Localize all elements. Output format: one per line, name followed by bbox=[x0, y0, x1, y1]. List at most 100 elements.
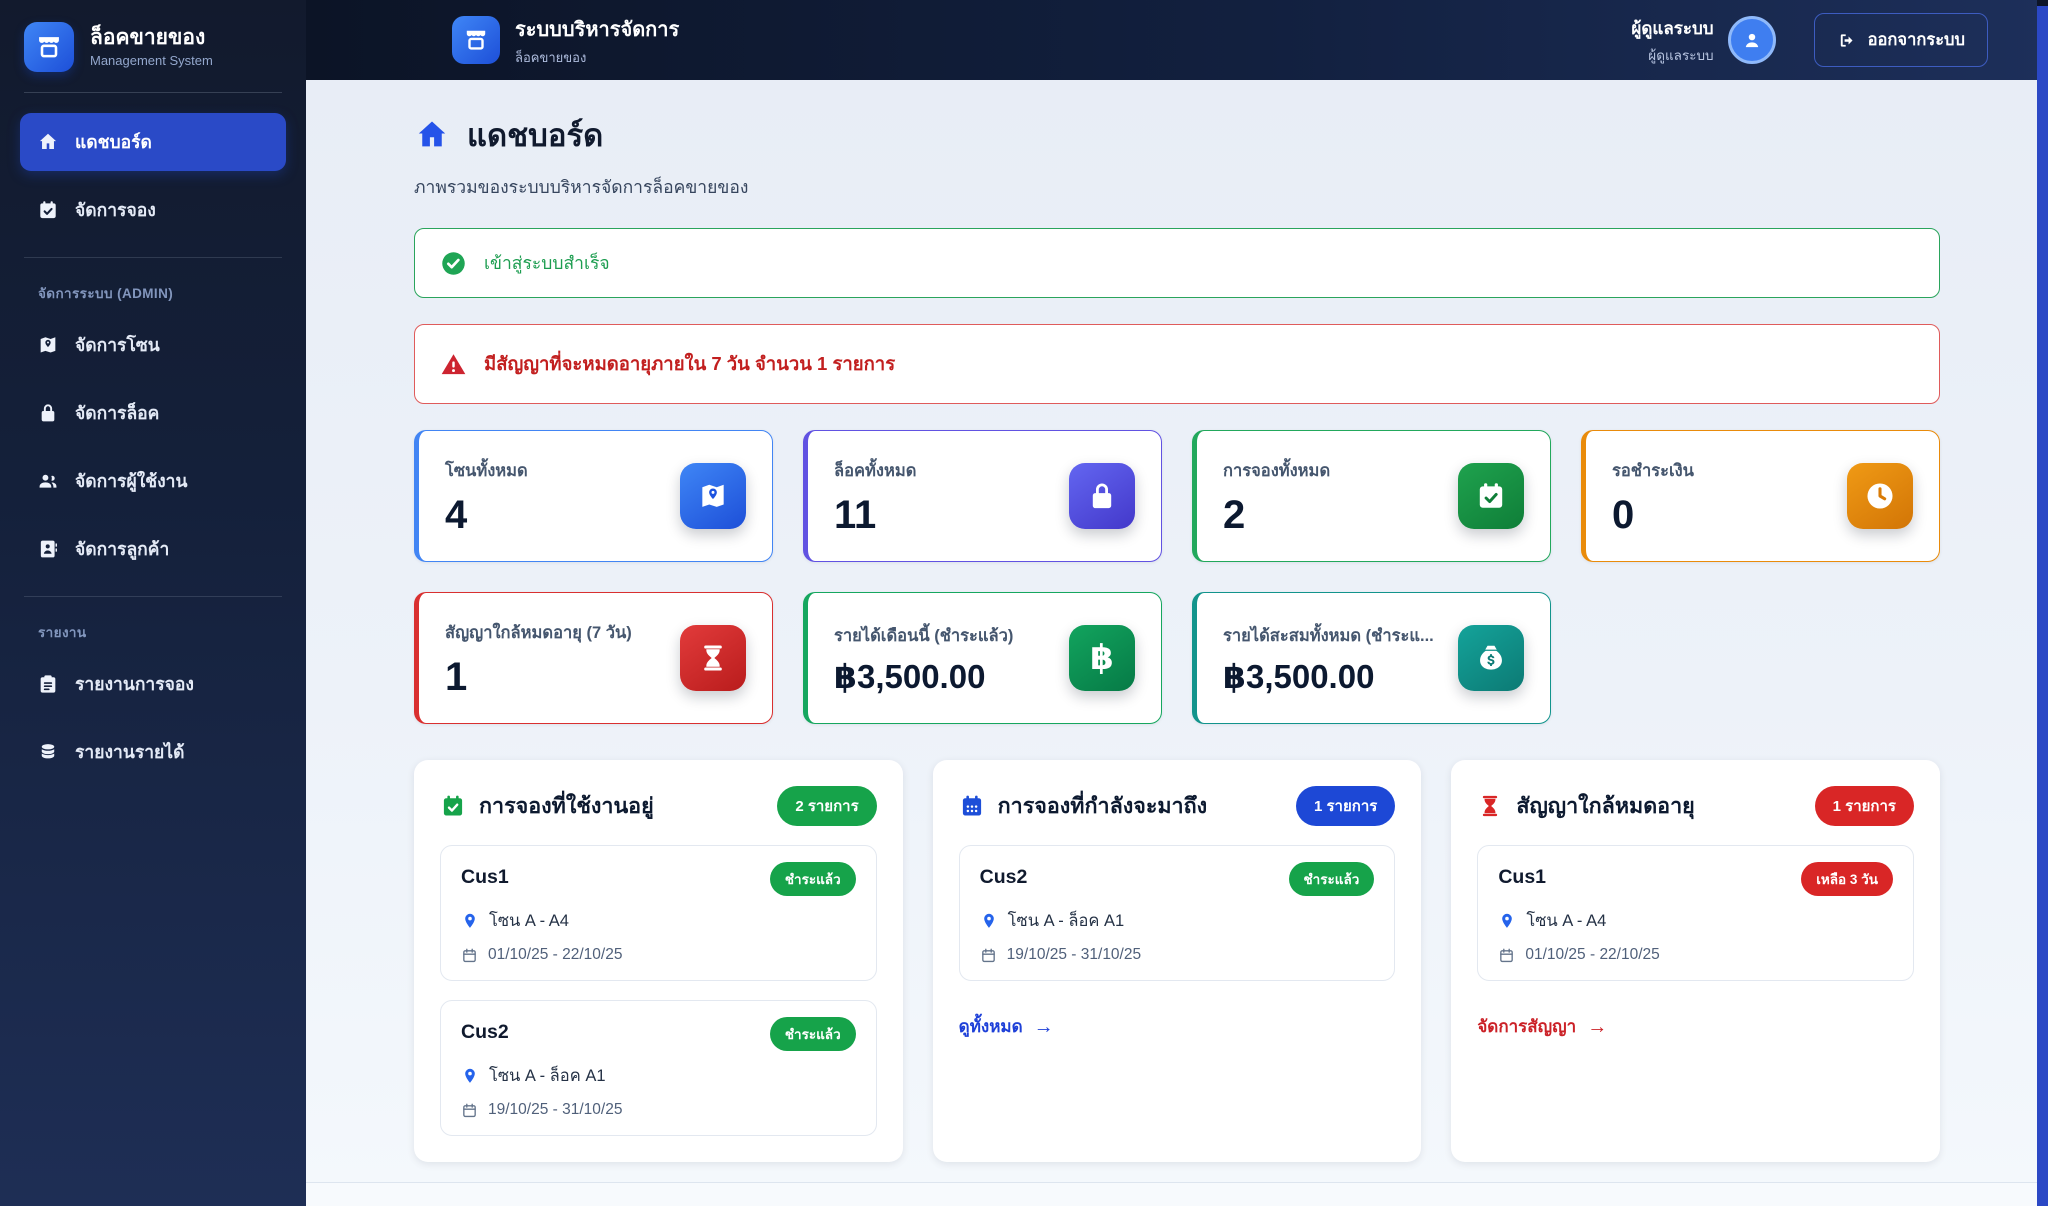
map-pin-icon bbox=[1498, 912, 1516, 930]
manage-contracts-link[interactable]: จัดการสัญญา → bbox=[1477, 1013, 1607, 1040]
sidebar-item-bookings[interactable]: จัดการจอง bbox=[20, 181, 286, 239]
arrow-right-icon: → bbox=[1587, 1015, 1608, 1038]
paid-badge: ชำระแล้ว bbox=[769, 1017, 856, 1051]
panels-row: การจองที่ใช้งานอยู่ 2 รายการ Cus1 ชำระแล… bbox=[414, 760, 1940, 1162]
stat-value: 2 bbox=[1223, 492, 1246, 537]
clock-icon bbox=[1847, 463, 1913, 529]
baht-icon: ฿ bbox=[1069, 625, 1135, 691]
stat-card-total-revenue: รายได้สะสมทั้งหมด (ชำระแ... ฿3,500.00 bbox=[1192, 592, 1551, 724]
paid-badge: ชำระแล้ว bbox=[1288, 862, 1375, 896]
sidebar-nav: แดชบอร์ด จัดการจอง จัดการระบบ (ADMIN) จั… bbox=[0, 93, 306, 781]
calendar-icon bbox=[461, 947, 478, 964]
stat-label: ล็อคทั้งหมด bbox=[834, 461, 917, 480]
sidebar-divider bbox=[24, 257, 282, 262]
header-subtitle: ล็อคขายของ bbox=[515, 49, 587, 65]
map-pin-icon bbox=[461, 912, 479, 930]
stat-card-bookings: การจองทั้งหมด 2 bbox=[1192, 430, 1551, 562]
booking-dates: 01/10/25 - 22/10/25 bbox=[1525, 946, 1660, 963]
sidebar-item-label: จัดการผู้ใช้งาน bbox=[75, 471, 188, 491]
sidebar-item-users[interactable]: จัดการผู้ใช้งาน bbox=[20, 452, 286, 510]
panel-title: สัญญาใกล้หมดอายุ bbox=[1516, 794, 1695, 818]
logout-label: ออกจากระบบ bbox=[1867, 31, 1965, 49]
sidebar-item-booking-report[interactable]: รายงานการจอง bbox=[20, 655, 286, 713]
sidebar-section-reports: รายงาน bbox=[38, 625, 87, 640]
logout-icon bbox=[1837, 31, 1856, 50]
sidebar-item-label: จัดการจอง bbox=[75, 200, 156, 220]
view-all-link[interactable]: ดูทั้งหมด → bbox=[959, 1013, 1054, 1040]
lock-icon bbox=[1069, 463, 1135, 529]
app-logo: ล็อคขายของ Management System bbox=[0, 0, 306, 92]
map-icon bbox=[37, 334, 59, 356]
calendar-days-icon bbox=[959, 793, 985, 819]
stat-card-expiring-contracts: สัญญาใกล้หมดอายุ (7 วัน) 1 bbox=[414, 592, 773, 724]
calendar-icon bbox=[980, 947, 997, 964]
logout-button[interactable]: ออกจากระบบ bbox=[1813, 13, 1988, 67]
arrow-right-icon: → bbox=[1033, 1015, 1054, 1038]
stat-value: ฿3,500.00 bbox=[834, 658, 986, 695]
sidebar-section-admin: จัดการระบบ (ADMIN) bbox=[38, 286, 174, 301]
customer-name: Cus1 bbox=[1498, 866, 1547, 888]
success-alert-text: เข้าสู่ระบบสำเร็จ bbox=[484, 253, 610, 273]
stat-label: รายได้สะสมทั้งหมด (ชำระแ... bbox=[1223, 627, 1434, 645]
booking-dates: 01/10/25 - 22/10/25 bbox=[488, 946, 623, 963]
expiring-contracts-panel: สัญญาใกล้หมดอายุ 1 รายการ Cus1 เหลือ 3 ว… bbox=[1451, 760, 1940, 1162]
sidebar-item-zones[interactable]: จัดการโซน bbox=[20, 316, 286, 374]
home-icon bbox=[414, 117, 450, 153]
scrollbar[interactable] bbox=[2037, 0, 2048, 1206]
hourglass-icon bbox=[680, 625, 746, 691]
upcoming-bookings-panel: การจองที่กำลังจะมาถึง 1 รายการ Cus2 ชำระ… bbox=[932, 760, 1422, 1162]
app-title: ล็อคขายของ bbox=[90, 25, 206, 49]
booking-card: Cus2 ชำระแล้ว โซน A - ล็อค A1 19/10/25 -… bbox=[440, 1000, 877, 1136]
scrollbar-thumb[interactable] bbox=[2037, 6, 2048, 1206]
sidebar-item-locks[interactable]: จัดการล็อค bbox=[20, 384, 286, 442]
sidebar-item-revenue-report[interactable]: รายงานรายได้ bbox=[20, 723, 286, 781]
customer-name: Cus2 bbox=[979, 866, 1028, 888]
main-content: แดชบอร์ด ภาพรวมของระบบบริหารจัดการล็อคขา… bbox=[306, 80, 2048, 1206]
count-badge: 1 รายการ bbox=[1814, 786, 1914, 826]
calendar-icon bbox=[461, 1102, 478, 1119]
warning-triangle-icon bbox=[440, 351, 467, 378]
stats-grid: โซนทั้งหมด 4 ล็อคทั้งหมด 11 การจองทั้งหม… bbox=[414, 430, 1940, 724]
stat-label: การจองทั้งหมด bbox=[1223, 461, 1331, 480]
money-bag-icon bbox=[1458, 625, 1524, 691]
avatar[interactable] bbox=[1727, 16, 1776, 64]
header-title: ระบบบริหารจัดการ bbox=[515, 18, 680, 41]
active-bookings-panel: การจองที่ใช้งานอยู่ 2 รายการ Cus1 ชำระแล… bbox=[414, 760, 903, 1162]
panel-title: การจองที่กำลังจะมาถึง bbox=[997, 794, 1208, 818]
user-role: ผู้ดูแลระบบ bbox=[1648, 47, 1714, 63]
storefront-icon bbox=[24, 22, 74, 72]
days-left-badge: เหลือ 3 วัน bbox=[1801, 862, 1893, 896]
calendar-icon bbox=[1498, 947, 1515, 964]
booking-location: โซน A - ล็อค A1 bbox=[1007, 912, 1125, 930]
stat-card-zones: โซนทั้งหมด 4 bbox=[414, 430, 773, 562]
app-subtitle: Management System bbox=[90, 53, 213, 69]
sidebar-item-customers[interactable]: จัดการลูกค้า bbox=[20, 520, 286, 578]
coins-icon bbox=[37, 741, 59, 763]
stat-label: รอชำระเงิน bbox=[1612, 461, 1694, 480]
warning-alert: มีสัญญาที่จะหมดอายุภายใน 7 วัน จำนวน 1 ร… bbox=[414, 324, 1940, 404]
user-icon bbox=[1741, 29, 1763, 51]
count-badge: 2 รายการ bbox=[777, 786, 877, 826]
sidebar-item-label: รายงานการจอง bbox=[75, 674, 194, 694]
booking-card: Cus1 ชำระแล้ว โซน A - A4 01/10/25 - 22/1… bbox=[440, 845, 877, 981]
stat-card-locks: ล็อคทั้งหมด 11 bbox=[803, 430, 1162, 562]
users-icon bbox=[37, 470, 59, 492]
success-alert: เข้าสู่ระบบสำเร็จ bbox=[414, 228, 1940, 298]
booking-location: โซน A - A4 bbox=[1526, 912, 1607, 930]
stat-label: โซนทั้งหมด bbox=[445, 461, 528, 480]
count-badge: 1 รายการ bbox=[1295, 786, 1396, 826]
calendar-check-icon bbox=[1458, 463, 1524, 529]
panel-title: การจองที่ใช้งานอยู่ bbox=[479, 794, 654, 818]
booking-location: โซน A - A4 bbox=[489, 912, 569, 930]
page-title: แดชบอร์ด bbox=[414, 110, 1940, 160]
map-pin-icon bbox=[980, 912, 998, 930]
sidebar-item-label: จัดการล็อค bbox=[75, 403, 160, 423]
footer-strip bbox=[306, 1182, 2048, 1206]
user-info: ผู้ดูแลระบบ ผู้ดูแลระบบ bbox=[1631, 15, 1713, 66]
sidebar-item-dashboard[interactable]: แดชบอร์ด bbox=[20, 113, 286, 171]
customer-name: Cus2 bbox=[461, 1021, 509, 1043]
stat-card-month-revenue: รายได้เดือนนี้ (ชำระแล้ว) ฿3,500.00 ฿ bbox=[803, 592, 1162, 724]
booking-dates: 19/10/25 - 31/10/25 bbox=[1006, 946, 1142, 963]
contact-card-icon bbox=[37, 538, 59, 560]
sidebar-item-label: จัดการโซน bbox=[75, 335, 160, 355]
